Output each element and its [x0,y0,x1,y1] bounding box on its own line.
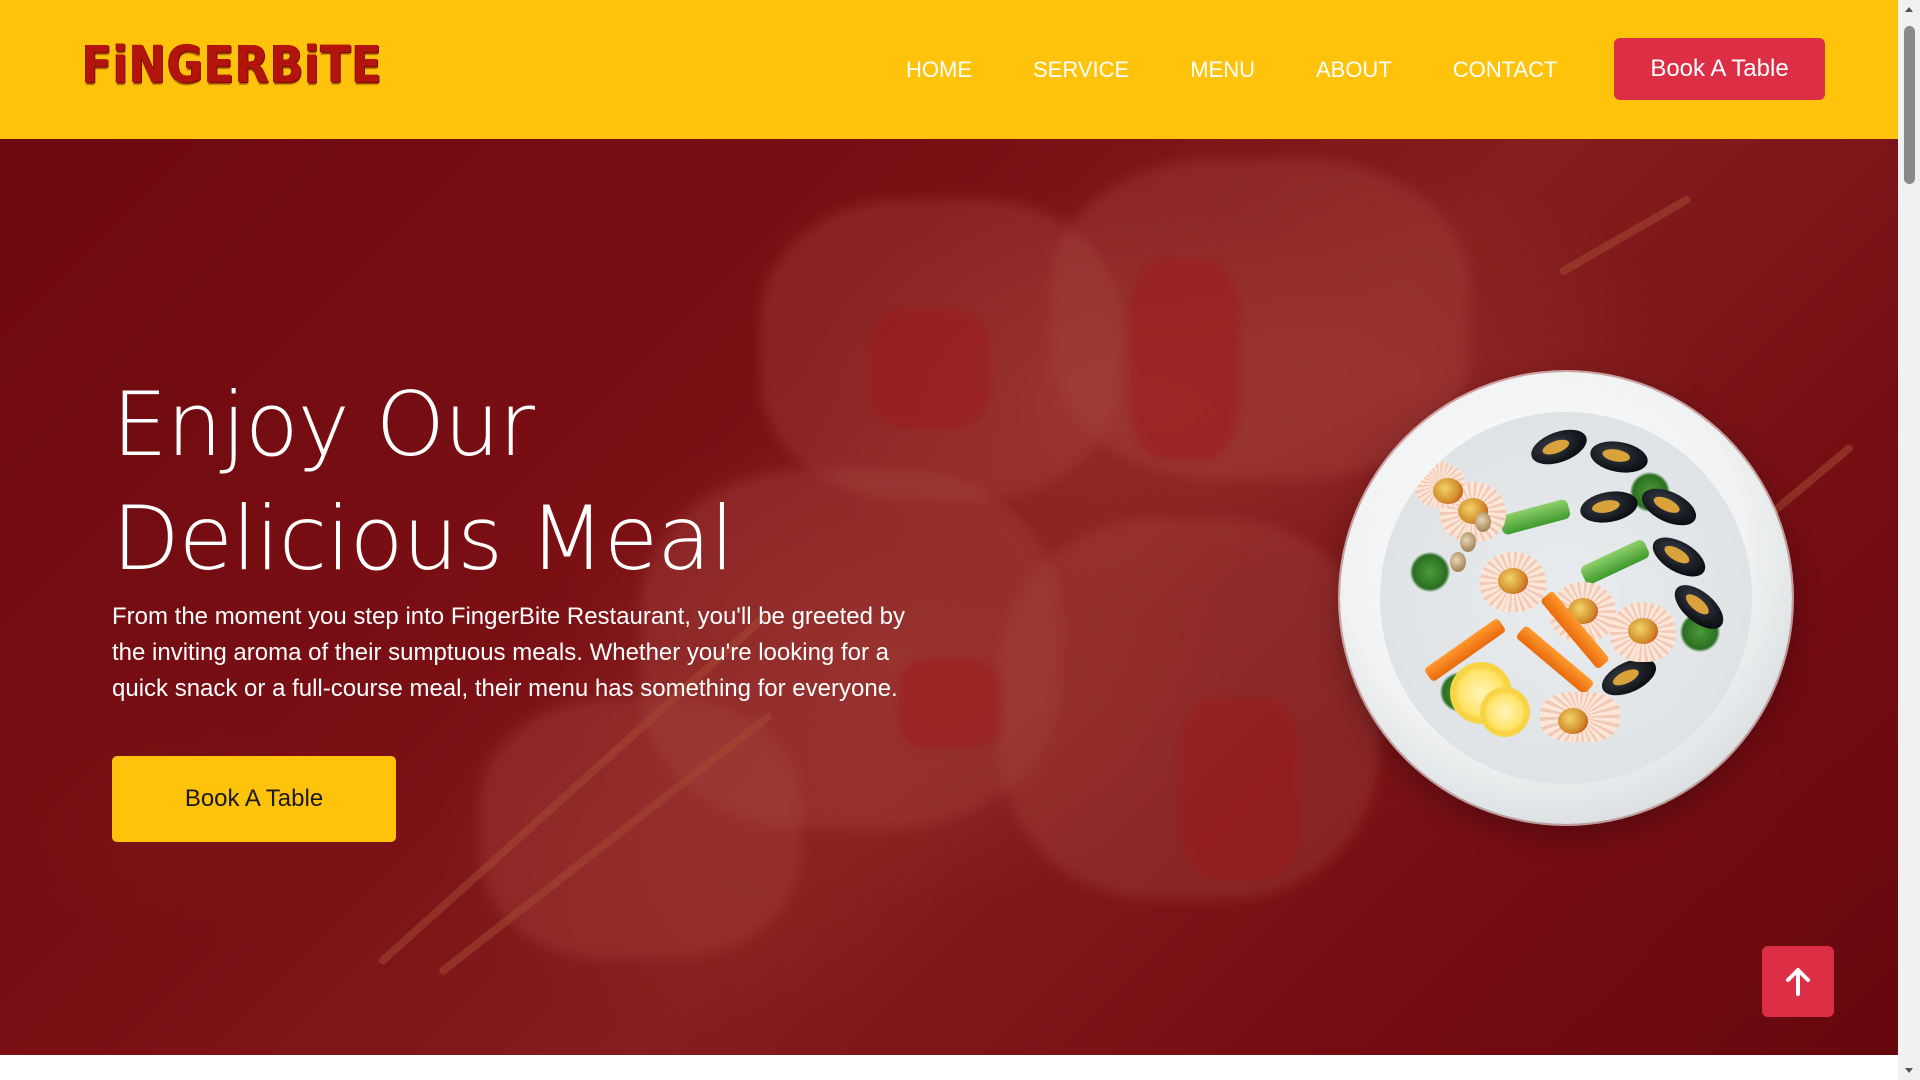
nav-link-menu[interactable]: MENU [1190,57,1255,83]
navbar: FiNGERBiTE HOME SERVICE MENU ABOUT CONTA… [0,0,1898,139]
hero-title-line1: Enjoy Our [112,373,535,476]
nav-link-service[interactable]: SERVICE [1033,57,1129,83]
logo[interactable]: FiNGERBiTE [82,36,383,95]
plate-food [1380,412,1752,784]
nav-link-about[interactable]: ABOUT [1316,57,1392,83]
nav-link-contact[interactable]: CONTACT [1453,57,1558,83]
arrow-up-icon [1786,967,1810,996]
scroll-up-arrow-icon[interactable] [1898,0,1920,18]
nav-links: HOME SERVICE MENU ABOUT CONTACT [906,0,1618,139]
scroll-down-arrow-icon[interactable] [1898,1062,1920,1080]
book-table-button-header[interactable]: Book A Table [1614,38,1825,100]
hero-title: Enjoy Our Delicious Meal [112,368,1012,596]
hero-title-line2: Delicious Meal [112,487,735,590]
page: FiNGERBiTE HOME SERVICE MENU ABOUT CONTA… [0,0,1920,1080]
scrollbar-thumb[interactable] [1904,26,1915,184]
seafood-plate-image [1340,372,1792,824]
hero-section: Enjoy Our Delicious Meal From the moment… [0,139,1898,1055]
back-to-top-button[interactable] [1762,946,1834,1017]
nav-link-home[interactable]: HOME [906,57,972,83]
page-scrollbar[interactable] [1898,0,1920,1080]
book-table-button-hero[interactable]: Book A Table [112,756,396,842]
hero-description: From the moment you step into FingerBite… [112,603,905,702]
